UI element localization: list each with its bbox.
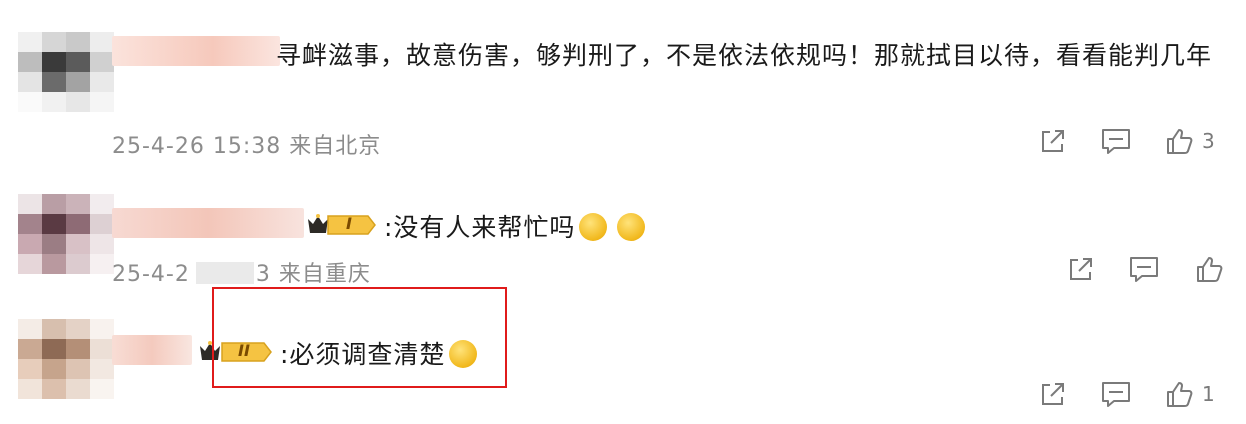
comment-time: 25-4-2 [112,262,190,287]
badge-level: I [346,214,352,233]
username-blurred[interactable] [112,208,304,238]
comment-meta: 25-4-26 15:38 来自北京 [112,128,381,160]
comment-text-content: :没有人来帮忙吗 [384,213,576,242]
crown-icon [308,214,376,235]
like-count: 1 [1202,382,1215,406]
comment-location: 来自重庆 [278,262,371,287]
share-button[interactable] [1066,254,1096,284]
reply-button[interactable] [1100,379,1132,409]
like-icon [1167,129,1193,154]
time-blurred [195,262,254,284]
comment-item-3: II :必须调查清楚 1 [0,295,1246,424]
reply-button[interactable] [1100,126,1132,156]
user-level-badge: I [302,210,378,240]
like-button[interactable]: 1 [1164,379,1215,409]
like-icon [1167,382,1193,407]
share-icon [1042,383,1064,405]
share-button[interactable] [1038,379,1068,409]
like-count: 3 [1202,129,1215,153]
like-icon [1197,257,1223,282]
share-icon [1070,258,1092,280]
username-blurred[interactable] [112,36,280,66]
smile-emoji-icon [579,213,608,241]
comment-item-1: 寻衅滋事，故意伤害，够判刑了，不是依法依规吗！那就拭目以待，看看能判几年 25-… [0,0,1246,170]
comment-text: 寻衅滋事，故意伤害，够判刑了，不是依法依规吗！那就拭目以待，看看能判几年 [276,41,1213,70]
comment-icon [1102,382,1130,407]
username-blurred[interactable] [112,335,192,365]
comment-text: :没有人来帮忙吗 [384,208,646,244]
like-button[interactable] [1194,254,1224,284]
avatar[interactable] [18,194,114,274]
reply-button[interactable] [1128,254,1160,284]
comment-item-2: I :没有人来帮忙吗 25-4-2 3 来自重庆 [0,170,1246,295]
avatar[interactable] [18,319,114,399]
comment-icon [1102,129,1130,154]
avatar[interactable] [18,32,114,112]
share-icon [1042,130,1064,152]
share-button[interactable] [1038,126,1068,156]
comment-location: 来自北京 [289,134,382,159]
comment-time: 25-4-26 15:38 [112,134,282,159]
comment-icon [1130,257,1158,282]
highlight-box [212,287,507,388]
smile-emoji-icon [617,213,646,241]
comment-meta: 25-4-2 3 来自重庆 [112,256,371,288]
like-button[interactable]: 3 [1164,126,1215,156]
comment-time-tail: 3 [255,262,271,287]
